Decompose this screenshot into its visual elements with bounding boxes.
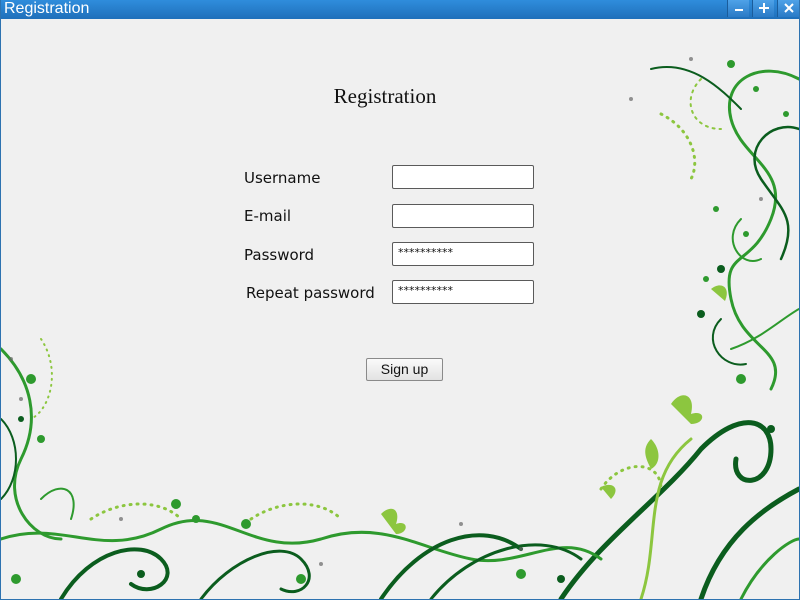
page-title: Registration [333,84,437,108]
title-bar[interactable]: Registration [1,0,799,19]
plus-icon [759,3,769,13]
minimize-button[interactable] [727,0,749,17]
email-field[interactable] [392,204,534,228]
registration-window: Registration Registration Username E-mai… [0,0,800,600]
username-field[interactable] [392,165,534,189]
repeat-password-label: Repeat password [246,284,375,302]
password-field[interactable]: ********** [392,242,534,266]
signup-button[interactable]: Sign up [366,358,443,381]
form-area: Registration Username E-mail Password **… [1,19,799,599]
email-label: E-mail [244,207,292,225]
password-label: Password [244,246,315,264]
close-icon [784,3,794,13]
window-title: Registration [4,0,90,17]
minimize-icon [735,9,743,11]
username-label: Username [244,169,321,187]
close-button[interactable] [777,0,799,17]
repeat-password-field[interactable]: ********** [392,280,534,304]
maximize-button[interactable] [752,0,774,17]
